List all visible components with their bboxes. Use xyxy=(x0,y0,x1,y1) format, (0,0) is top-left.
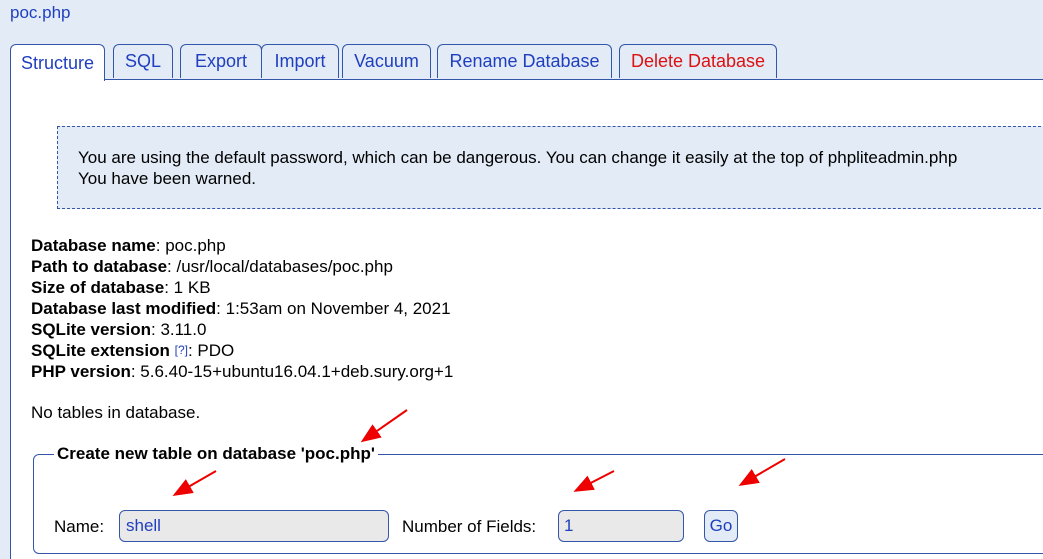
tab-sql[interactable]: SQL xyxy=(113,44,173,78)
database-info: Database name: poc.php Path to database:… xyxy=(31,235,453,382)
number-of-fields-input[interactable] xyxy=(558,510,684,542)
tab-delete-database[interactable]: Delete Database xyxy=(619,44,777,78)
number-of-fields-label: Number of Fields: xyxy=(402,517,537,536)
no-tables-message: No tables in database. xyxy=(31,403,201,422)
info-path: Path to database: /usr/local/databases/p… xyxy=(31,257,393,276)
info-db-name: Database name: poc.php xyxy=(31,236,226,255)
database-title-link[interactable]: poc.php xyxy=(10,3,71,23)
info-php-version: PHP version: 5.6.40-15+ubuntu16.04.1+deb… xyxy=(31,362,454,381)
tab-vacuum[interactable]: Vacuum xyxy=(342,44,431,78)
default-password-warning: You are using the default password, whic… xyxy=(57,126,1043,209)
tab-export[interactable]: Export xyxy=(180,44,262,78)
create-table-fieldset: Create new table on database 'poc.php' N… xyxy=(33,444,1043,554)
create-table-legend: Create new table on database 'poc.php' xyxy=(57,444,375,463)
go-button[interactable]: Go xyxy=(704,510,738,542)
info-sqlite-extension: SQLite extension [?]: PDO xyxy=(31,341,235,360)
main-panel: You are using the default password, whic… xyxy=(10,79,1043,559)
info-size: Size of database: 1 KB xyxy=(31,278,211,297)
warning-line-2: You have been warned. xyxy=(78,169,257,188)
tab-rename-database[interactable]: Rename Database xyxy=(437,44,612,78)
info-modified: Database last modified: 1:53am on Novemb… xyxy=(31,299,451,318)
tab-import[interactable]: Import xyxy=(261,44,339,78)
warning-line-1: You are using the default password, whic… xyxy=(78,148,958,167)
table-name-input[interactable] xyxy=(119,510,389,542)
info-sqlite-version: SQLite version: 3.11.0 xyxy=(31,320,207,339)
tab-structure[interactable]: Structure xyxy=(10,44,105,81)
sqlite-extension-help-link[interactable]: [?] xyxy=(175,343,188,357)
table-name-label: Name: xyxy=(54,517,105,536)
